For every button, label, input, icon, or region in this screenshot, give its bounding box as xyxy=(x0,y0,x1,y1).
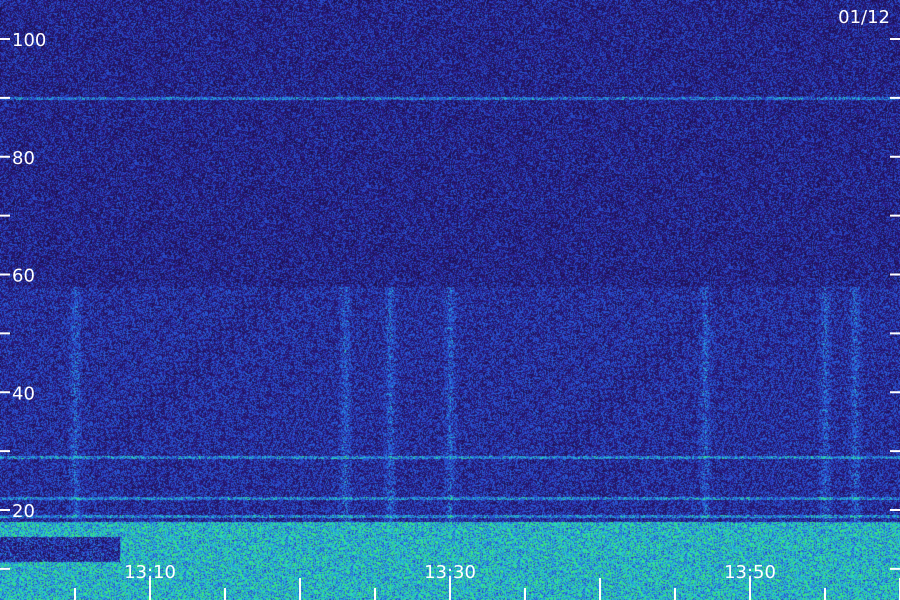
y-tick-label-40: 40 xyxy=(12,383,35,404)
date-label: 01/12 xyxy=(838,7,890,28)
y-tick-label-100: 100 xyxy=(12,30,46,51)
y-axis: 100 80 60 40 20 xyxy=(0,30,900,570)
y-tick-label-60: 60 xyxy=(12,266,35,287)
y-tick-label-80: 80 xyxy=(12,148,35,169)
y-tick-label-20: 20 xyxy=(12,501,35,522)
x-axis: 13:10 13:30 13:50 xyxy=(74,562,900,600)
x-tick-label-1350: 13:50 xyxy=(724,562,776,583)
x-tick-label-1330: 13:30 xyxy=(424,562,476,583)
x-tick-label-1310: 13:10 xyxy=(124,562,176,583)
chart-overlay: 01/12 100 80 60 40 20 13:10 13:30 13:50 xyxy=(0,7,900,600)
